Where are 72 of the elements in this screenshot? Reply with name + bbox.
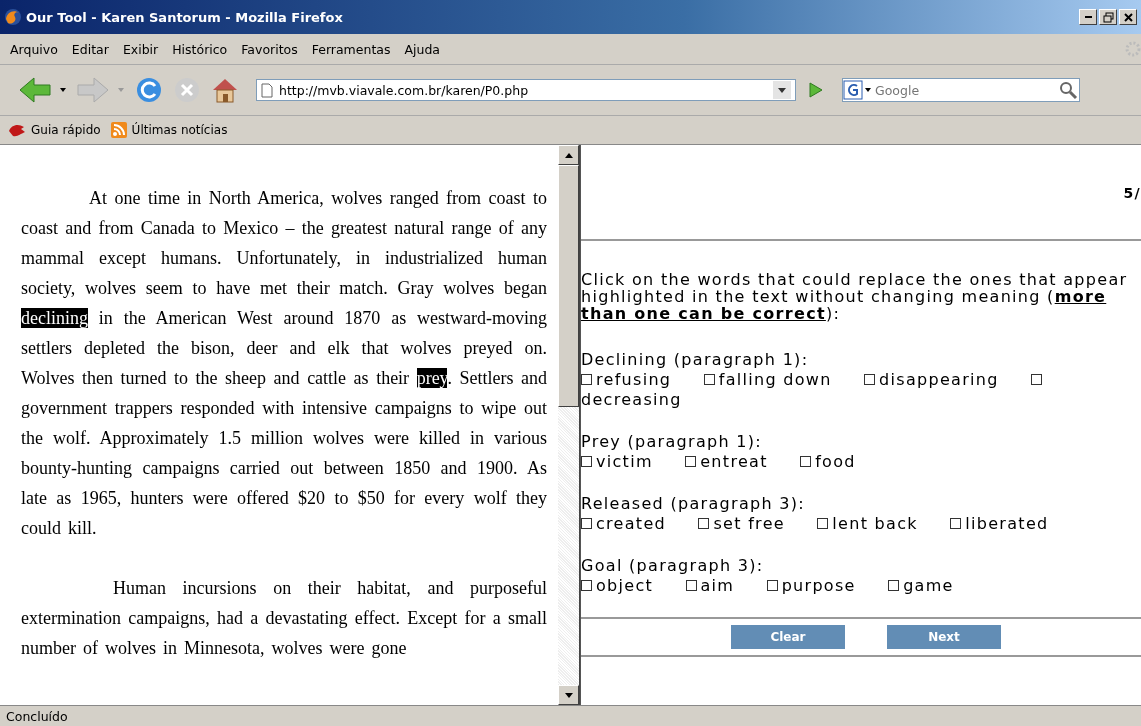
checkbox[interactable] [685,580,697,591]
page-icon [261,82,273,98]
option-label[interactable]: liberated [965,514,1049,533]
checkbox[interactable] [581,580,592,591]
checkbox[interactable] [703,374,715,385]
search-bar[interactable]: Google [842,78,1080,102]
question-label: Goal (paragraph 3): [581,556,764,575]
scrollbar-thumb[interactable] [558,165,579,407]
checkbox[interactable] [950,518,962,529]
checkbox[interactable] [581,518,592,529]
firefox-logo-icon [4,8,22,26]
checkbox[interactable] [581,456,592,467]
progress-counter: 5/ [1123,185,1141,201]
reload-icon[interactable] [134,75,164,105]
checkbox[interactable] [1031,374,1043,385]
menu-item[interactable]: Ferramentas [305,39,399,59]
window-title: Our Tool - Karen Santorum - Mozilla Firefox [26,9,344,25]
checkbox[interactable] [698,518,710,529]
paragraph: At one time in North America, wolves ranged from coast to coast and from Canada to Mexico – the greatest natural range of any mammal except humans. Unfortunately, in industrialized human society, wolves seem to have met their match. Gray wolves began declining in the American West around 1870 as westward-moving settlers depleted the bison, deer and elk that wolves preyed on. Wolves then turned to the sheep and cattle as their prey. Settlers and government trappers responded with intensive campaigns to wipe out the wolf. Approximately 1.5 million wolves were killed in various bounty-hunting campaigns carried out between 1850 and 1900. As late as 1965, hunters were offered $20 to $50 for every wolf they could kill. [21,187,547,540]
question-label: Released (paragraph 3): [581,494,805,513]
question-label: Declining (paragraph 1): [581,350,809,369]
option-label[interactable]: victim [596,452,653,471]
restore-icon [1102,11,1114,23]
option-label[interactable]: created [596,514,667,533]
checkbox[interactable] [800,456,812,467]
close-button[interactable] [1119,9,1137,25]
bookmark-link[interactable]: Guia rápido [8,122,101,138]
option-label[interactable]: food [815,452,856,471]
checkbox[interactable] [864,374,876,385]
menu-item[interactable]: Exibir [116,39,167,59]
close-icon [1122,11,1134,23]
google-engine-icon [843,80,873,100]
quiz-button[interactable]: Next [887,625,1001,649]
address-bar[interactable]: http://mvb.viavale.com.br/karen/P0.php [256,79,796,101]
menu-item[interactable]: Favoritos [235,39,306,59]
menu-item[interactable]: Histórico [166,39,236,59]
menu-item[interactable]: Arquivo [4,39,66,59]
option-label[interactable]: entreat [700,452,768,471]
up-arrow-icon [564,152,573,158]
throbber-icon [1125,41,1141,57]
search-icon[interactable] [1057,80,1079,100]
minimize-icon [1084,16,1092,18]
checkbox[interactable] [888,580,900,591]
option-label[interactable]: game [903,576,954,595]
scroll-down-button[interactable] [558,685,579,705]
quiz-button[interactable]: Clear [731,625,845,649]
back-arrow-icon[interactable] [18,75,68,105]
menu-item[interactable]: Editar [65,39,117,59]
instruction-text: Click on the words that could replace the ones that appear highlighted in the text without changing meaning (more than one can be correct): [581,271,1129,322]
option-label[interactable]: falling down [718,370,832,389]
menu-item[interactable]: Ajuda [398,39,449,59]
checkbox[interactable] [581,374,592,385]
question-label: Prey (paragraph 1): [581,432,762,451]
checkbox[interactable] [685,456,697,467]
option-label[interactable]: aim [700,576,735,595]
scroll-up-button[interactable] [558,145,579,165]
checkbox[interactable] [766,580,778,591]
option-label[interactable]: refusing [596,370,672,389]
minimize-button[interactable] [1079,9,1097,25]
option-label[interactable]: object [596,576,654,595]
option-label[interactable]: disappearing [879,370,999,389]
option-label[interactable]: set free [713,514,785,533]
option-label[interactable]: purpose [781,576,856,595]
option-label[interactable]: decreasing [581,390,682,409]
checkbox[interactable] [817,518,829,529]
bookmark-link[interactable]: Últimas notícias [110,122,228,138]
rss-feed-icon [110,122,127,138]
option-label[interactable]: lent back [832,514,918,533]
status-text: Concluído [6,708,68,724]
restore-button[interactable] [1099,9,1117,25]
down-arrow-icon [564,692,573,698]
paragraph: Human incursions on their habitat, and purposeful extermination campaigns, had a devastating effect. Except for a small number of wolves in Minnesota, wolves were gone [21,577,547,660]
